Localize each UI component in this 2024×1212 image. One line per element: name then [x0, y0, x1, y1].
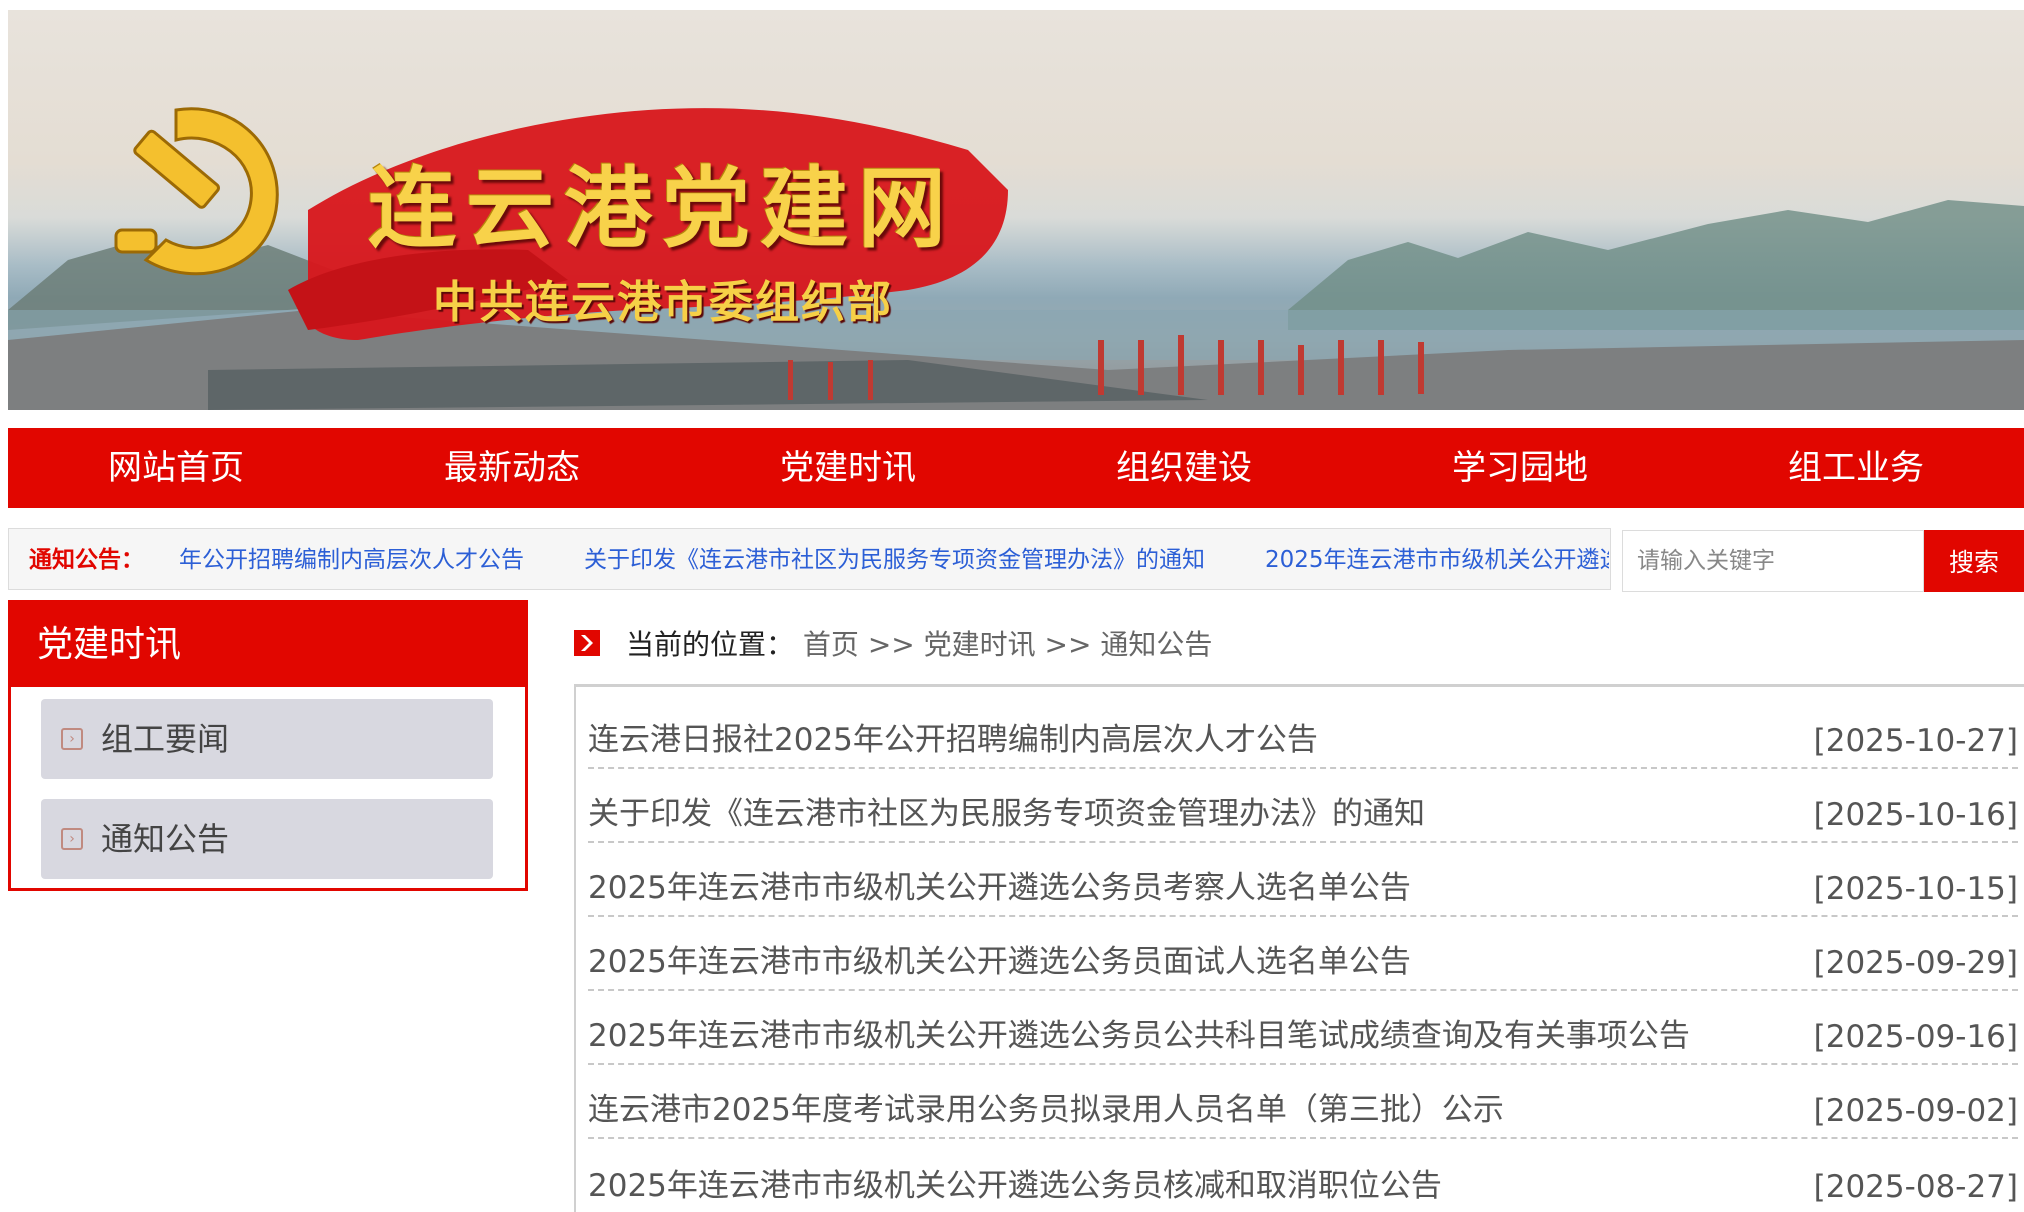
- list-item-date: [2025-09-02]: [1813, 1093, 2018, 1129]
- breadcrumb: 当前的位置： 首页 >> 党建时讯 >> 通知公告: [626, 622, 1212, 668]
- banner-title: 连云港党建网: [368, 156, 957, 260]
- list-item[interactable]: 2025年连云港市市级机关公开遴选公务员考察人选名单公告 [2025-10-15…: [588, 843, 2018, 917]
- search-input[interactable]: [1622, 530, 1924, 592]
- sidebar-item-label: 组工要闻: [101, 720, 230, 758]
- sidebar-item-label: 通知公告: [101, 820, 230, 858]
- nav-item-home[interactable]: 网站首页: [8, 428, 344, 508]
- list-item-date: [2025-10-27]: [1813, 723, 2018, 759]
- breadcrumb-prefix: 当前的位置：: [626, 628, 795, 661]
- nav-item-organization[interactable]: 组织建设: [1016, 428, 1352, 508]
- sidebar-item-notices[interactable]: › 通知公告: [41, 799, 493, 879]
- sidebar-title: 党建时讯: [11, 603, 525, 687]
- list-item-date: [2025-09-29]: [1813, 945, 2018, 981]
- list-item-title[interactable]: 2025年连云港市市级机关公开遴选公务员考察人选名单公告: [588, 862, 1411, 907]
- arrow-box-icon: ›: [61, 828, 83, 850]
- search-button[interactable]: 搜索: [1924, 530, 2024, 592]
- notice-label: 通知公告：: [29, 547, 144, 573]
- notice-link[interactable]: 年公开招聘编制内高层次人才公告: [179, 529, 524, 589]
- list-item-title[interactable]: 连云港日报社2025年公开招聘编制内高层次人才公告: [588, 714, 1318, 759]
- list-item[interactable]: 连云港日报社2025年公开招聘编制内高层次人才公告 [2025-10-27]: [588, 695, 2018, 769]
- list-item-title[interactable]: 2025年连云港市市级机关公开遴选公务员公共科目笔试成绩查询及有关事项公告: [588, 1010, 1690, 1055]
- list-item-title[interactable]: 关于印发《连云港市社区为民服务专项资金管理办法》的通知: [588, 788, 1425, 833]
- list-item-date: [2025-08-27]: [1813, 1169, 2018, 1205]
- list-item[interactable]: 2025年连云港市市级机关公开遴选公务员核减和取消职位公告 [2025-08-2…: [588, 1139, 2018, 1212]
- breadcrumb-arrow-icon: [574, 630, 600, 656]
- list-item-date: [2025-10-15]: [1813, 871, 2018, 907]
- banner-subtitle: 中共连云港市委组织部: [433, 277, 893, 328]
- breadcrumb-path[interactable]: 首页 >> 党建时讯 >> 通知公告: [803, 628, 1212, 661]
- list-item-title[interactable]: 2025年连云港市市级机关公开遴选公务员面试人选名单公告: [588, 936, 1411, 981]
- notice-link[interactable]: 2025年连云港市市级机关公开遴选公务员考察人选名单公告: [1265, 529, 1609, 589]
- list-item[interactable]: 关于印发《连云港市社区为民服务专项资金管理办法》的通知 [2025-10-16]: [588, 769, 2018, 843]
- nav-item-latest-news[interactable]: 最新动态: [344, 428, 680, 508]
- list-item[interactable]: 2025年连云港市市级机关公开遴选公务员公共科目笔试成绩查询及有关事项公告 [2…: [588, 991, 2018, 1065]
- list-item-date: [2025-10-16]: [1813, 797, 2018, 833]
- list-item-title[interactable]: 2025年连云港市市级机关公开遴选公务员核减和取消职位公告: [588, 1160, 1442, 1205]
- list-item[interactable]: 连云港市2025年度考试录用公务员拟录用人员名单（第三批）公示 [2025-09…: [588, 1065, 2018, 1139]
- sidebar: 党建时讯 › 组工要闻 › 通知公告: [8, 600, 528, 891]
- notice-link[interactable]: 关于印发《连云港市社区为民服务专项资金管理办法》的通知: [584, 529, 1205, 589]
- list-item[interactable]: 2025年连云港市市级机关公开遴选公务员面试人选名单公告 [2025-09-29…: [588, 917, 2018, 991]
- article-list: 连云港日报社2025年公开招聘编制内高层次人才公告 [2025-10-27] 关…: [574, 684, 2024, 1212]
- sidebar-item-news[interactable]: › 组工要闻: [41, 699, 493, 779]
- nav-item-party-news[interactable]: 党建时讯: [680, 428, 1016, 508]
- nav-item-study[interactable]: 学习园地: [1352, 428, 1688, 508]
- notice-ticker: 年公开招聘编制内高层次人才公告 关于印发《连云港市社区为民服务专项资金管理办法》的…: [179, 529, 1609, 589]
- notice-bar: 通知公告： 年公开招聘编制内高层次人才公告 关于印发《连云港市社区为民服务专项资金…: [8, 528, 1611, 590]
- list-item-title[interactable]: 连云港市2025年度考试录用公务员拟录用人员名单（第三批）公示: [588, 1084, 1504, 1129]
- banner-landscape: [8, 107, 2024, 410]
- page: 连云港党建网 中共连云港市委组织部 网站首页 最新动态 党建时讯 组织建设 学习…: [0, 0, 2024, 1212]
- site-banner: 连云港党建网 中共连云港市委组织部: [8, 10, 2024, 410]
- party-emblem-icon: [114, 107, 279, 276]
- arrow-box-icon: ›: [61, 728, 83, 750]
- list-item-date: [2025-09-16]: [1813, 1019, 2018, 1055]
- nav-item-work[interactable]: 组工业务: [1688, 428, 2024, 508]
- main-nav: 网站首页 最新动态 党建时讯 组织建设 学习园地 组工业务: [8, 428, 2024, 508]
